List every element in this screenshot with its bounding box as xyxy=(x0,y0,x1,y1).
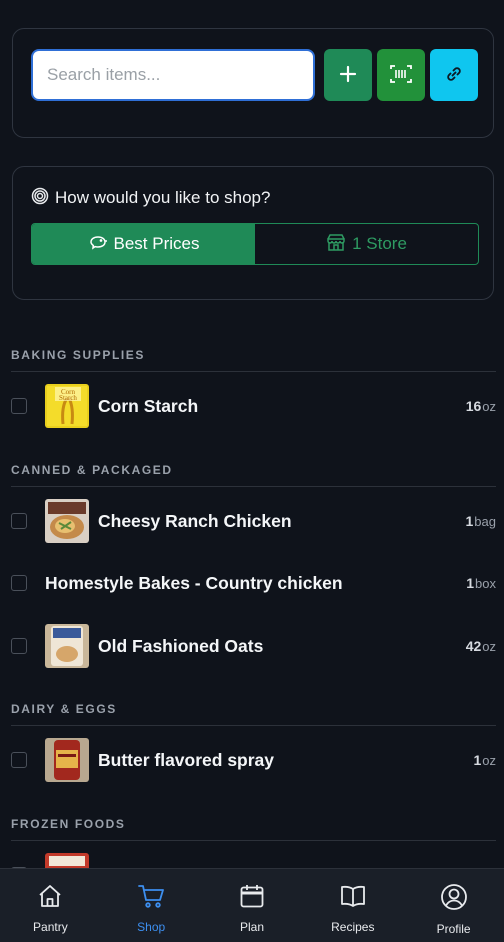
search-card xyxy=(12,28,494,138)
add-item-button[interactable] xyxy=(324,49,372,101)
item-qty-value: 42 xyxy=(465,638,482,654)
section-header-baking: BAKING SUPPLIES xyxy=(11,348,496,372)
home-icon xyxy=(37,883,63,914)
search-input[interactable] xyxy=(31,49,315,101)
piggy-bank-icon xyxy=(88,234,108,255)
item-quantity: 1oz xyxy=(473,752,496,768)
item-checkbox[interactable] xyxy=(11,638,27,654)
link-icon xyxy=(445,65,463,86)
item-qty-value: 1 xyxy=(465,513,474,529)
book-icon xyxy=(339,883,367,914)
calendar-icon xyxy=(239,883,265,914)
item-name: Corn Starch xyxy=(98,395,199,416)
svg-text:Starch: Starch xyxy=(59,394,77,402)
list-item[interactable]: Butter flavored spray 1oz xyxy=(11,735,496,785)
best-prices-option[interactable]: Best Prices xyxy=(32,224,255,264)
nav-shop[interactable]: Shop xyxy=(101,869,202,942)
target-icon xyxy=(31,187,49,210)
shop-mode-card: How would you like to shop? Best Prices xyxy=(12,166,494,300)
nav-pantry[interactable]: Pantry xyxy=(0,869,101,942)
nav-plan[interactable]: Plan xyxy=(202,869,303,942)
nav-recipes-label: Recipes xyxy=(331,920,375,934)
item-thumbnail: Corn Starch xyxy=(45,384,89,428)
store-icon xyxy=(326,233,346,256)
item-qty-value: 1 xyxy=(466,575,475,591)
list-item[interactable]: Cheesy Ranch Chicken 1bag xyxy=(11,496,496,546)
shopping-list-page: How would you like to shop? Best Prices xyxy=(0,0,504,942)
item-quantity: 1bag xyxy=(466,513,497,529)
item-qty-value: 16 xyxy=(465,398,482,414)
one-store-label: 1 Store xyxy=(352,234,407,253)
item-quantity: 42oz xyxy=(466,638,496,654)
item-checkbox[interactable] xyxy=(11,575,27,591)
best-prices-label: Best Prices xyxy=(113,234,200,253)
item-unit: oz xyxy=(482,639,496,654)
section-header-frozen: FROZEN FOODS xyxy=(11,817,496,841)
scan-barcode-button[interactable] xyxy=(377,49,425,101)
barcode-scan-icon xyxy=(389,63,413,88)
list-item[interactable]: Homestyle Bakes - Country chicken 1box xyxy=(11,558,496,608)
nav-plan-label: Plan xyxy=(239,920,264,934)
one-store-option[interactable]: 1 Store xyxy=(255,224,478,264)
shop-mode-title: How would you like to shop? xyxy=(55,188,271,207)
item-thumbnail xyxy=(45,499,89,543)
import-link-button[interactable] xyxy=(430,49,478,101)
cart-icon xyxy=(137,883,165,914)
item-name: Cheesy Ranch Chicken xyxy=(98,510,292,531)
item-unit: box xyxy=(475,576,496,591)
list-item[interactable]: Old Fashioned Oats 42oz xyxy=(11,621,496,671)
nav-pantry-label: Pantry xyxy=(33,920,68,934)
item-name: Butter flavored spray xyxy=(98,749,275,770)
section-header-dairy: DAIRY & EGGS xyxy=(11,702,496,726)
item-thumbnail xyxy=(45,738,89,782)
item-checkbox[interactable] xyxy=(11,752,27,768)
item-unit: oz xyxy=(482,399,496,414)
item-unit: bag xyxy=(474,514,496,529)
item-quantity: 1box xyxy=(466,575,496,591)
item-quantity: 16oz xyxy=(466,398,496,414)
shop-mode-heading: How would you like to shop? xyxy=(31,187,270,209)
item-name: Old Fashioned Oats xyxy=(98,635,264,656)
item-qty-value: 1 xyxy=(473,752,482,768)
shop-mode-toggle: Best Prices 1 Store xyxy=(31,223,479,265)
item-name: Homestyle Bakes - Country chicken xyxy=(45,572,343,593)
item-thumbnail xyxy=(45,624,89,668)
nav-profile[interactable]: Profile xyxy=(403,869,504,942)
nav-recipes[interactable]: Recipes xyxy=(302,869,403,942)
item-checkbox[interactable] xyxy=(11,513,27,529)
plus-icon xyxy=(338,64,358,87)
nav-shop-label: Shop xyxy=(137,920,166,934)
section-header-canned: CANNED & PACKAGED xyxy=(11,463,496,487)
user-circle-icon xyxy=(440,883,468,916)
list-item[interactable]: Corn Starch Corn Starch 16oz xyxy=(11,381,496,431)
bottom-navigation: Pantry Shop Plan Recipes Profile xyxy=(0,868,504,942)
item-checkbox[interactable] xyxy=(11,398,27,414)
item-unit: oz xyxy=(482,753,496,768)
nav-profile-label: Profile xyxy=(436,922,471,936)
